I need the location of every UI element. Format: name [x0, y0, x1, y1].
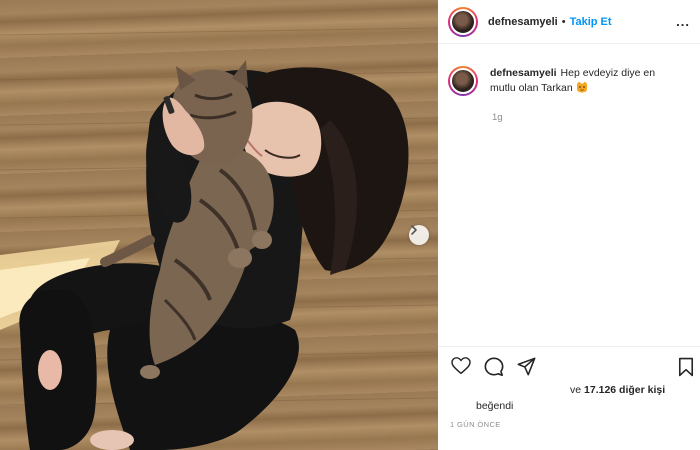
comment-icon[interactable]	[484, 357, 504, 377]
photo-illustration	[0, 27, 438, 450]
caption-avatar[interactable]	[448, 66, 478, 96]
heart-icon[interactable]	[451, 357, 471, 375]
avatar-image	[450, 8, 476, 35]
caption-text: defnesamyeli Hep evdeyiz diye en mutlu ol…	[490, 66, 680, 96]
post-photo[interactable]	[0, 0, 438, 450]
caption-time: 1g	[492, 112, 503, 123]
cat-face-icon	[576, 81, 587, 93]
username-link[interactable]: defnesamyeli	[488, 16, 558, 28]
separator-dot: •	[561, 15, 566, 28]
avatar-image	[450, 68, 476, 94]
post-timestamp: 1 GÜN ÖNCE	[450, 420, 501, 429]
send-icon[interactable]	[517, 357, 536, 376]
post-sidebar: defnesamyeli • Takip Et ... defnesamyeli…	[438, 0, 700, 450]
avatar[interactable]	[448, 6, 478, 37]
chevron-right-icon	[411, 225, 417, 235]
likes-prefix: ve	[570, 384, 582, 396]
follow-button[interactable]: Takip Et	[570, 16, 612, 28]
bookmark-icon[interactable]	[678, 357, 694, 377]
likes-count-link[interactable]: 17.126 diğer kişi	[584, 384, 665, 396]
likes-line: ve 17.126 diğer kişi	[570, 384, 665, 396]
more-options-button[interactable]: ...	[676, 14, 690, 29]
next-photo-button[interactable]	[409, 225, 429, 245]
caption-username[interactable]: defnesamyeli	[490, 67, 557, 79]
likes-suffix: beğendi	[476, 400, 514, 412]
caption: defnesamyeli Hep evdeyiz diye en mutlu ol…	[448, 66, 680, 96]
post-header: defnesamyeli • Takip Et ...	[438, 0, 700, 44]
